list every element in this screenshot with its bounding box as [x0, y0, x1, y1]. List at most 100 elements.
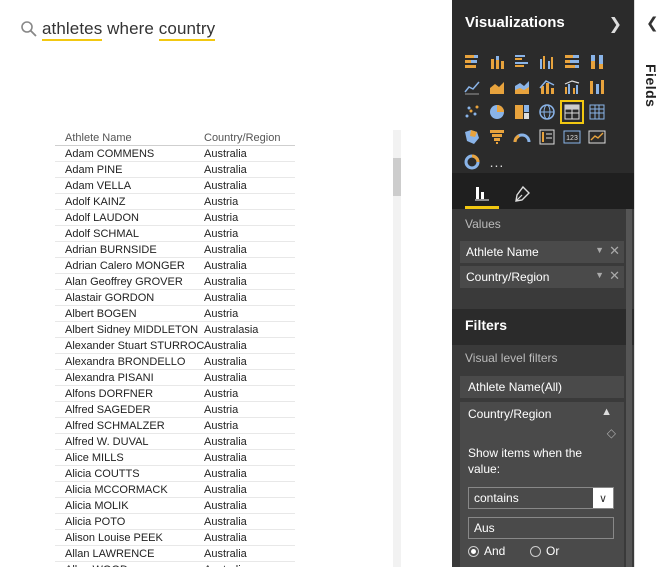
cell-country-region: Australia	[204, 451, 247, 464]
table-row[interactable]: Alfred SAGEDER Austria	[55, 402, 295, 418]
table-row[interactable]: Alfred W. DUVAL Australia	[55, 434, 295, 450]
close-icon[interactable]: ✕	[609, 268, 620, 284]
table-row[interactable]: Adrian Calero MONGER Australia	[55, 258, 295, 274]
operator-value: contains	[474, 491, 519, 505]
viz-pane-scrollbar[interactable]	[626, 209, 632, 567]
values-label: Values	[465, 217, 501, 231]
treemap-icon[interactable]	[510, 100, 534, 124]
table-row[interactable]: Alfred SCHMALZER Austria	[55, 418, 295, 434]
cell-country-region: Australia	[204, 291, 247, 304]
qna-word: athletes	[42, 19, 103, 41]
table-row[interactable]: Alison Louise PEEK Australia	[55, 530, 295, 546]
chevron-down-icon[interactable]: ▼	[595, 245, 604, 255]
table-row[interactable]: Allan LAWRENCE Australia	[55, 546, 295, 562]
cell-country-region: Australia	[204, 179, 247, 192]
line-chart-icon[interactable]	[460, 75, 484, 99]
table-scrollbar-thumb[interactable]	[393, 158, 401, 196]
or-radio[interactable]: Or	[530, 544, 559, 558]
funnel-icon[interactable]	[485, 125, 509, 149]
table-row[interactable]: Alicia MCCORMACK Australia	[55, 482, 295, 498]
cell-athlete-name: Alexandra BRONDELLO	[65, 355, 186, 368]
map-icon[interactable]	[535, 100, 559, 124]
table-visual-icon[interactable]	[560, 100, 584, 124]
value-field-athlete-name[interactable]: Athlete Name ▼ ✕	[460, 241, 624, 263]
cell-country-region: Australia	[204, 483, 247, 496]
table-row[interactable]: Alexander Stuart STURROCK Australia	[55, 338, 295, 354]
chevron-up-icon[interactable]: ▲	[601, 406, 612, 418]
stacked-area-chart-icon[interactable]	[510, 75, 534, 99]
header-athlete-name[interactable]: Athlete Name	[55, 132, 204, 144]
table-row[interactable]: Adam VELLA Australia	[55, 178, 295, 194]
qna-question-text[interactable]: athletes where country	[42, 19, 216, 41]
more-visuals-icon[interactable]: ...	[485, 150, 509, 174]
scatter-chart-icon[interactable]	[460, 100, 484, 124]
value-field-country-region[interactable]: Country/Region ▼ ✕	[460, 266, 624, 288]
filter-field-name[interactable]: Country/Region	[468, 407, 551, 421]
table-row[interactable]: Adolf LAUDON Austria	[55, 210, 295, 226]
expand-fields-icon[interactable]: ❮	[646, 14, 659, 32]
clustered-column-chart-icon[interactable]	[535, 50, 559, 74]
collapse-viz-icon[interactable]: ❯	[609, 14, 622, 34]
header-country-region[interactable]: Country/Region	[204, 132, 295, 144]
qna-box[interactable]: athletes where country	[20, 14, 216, 44]
multi-row-card-icon[interactable]	[535, 125, 559, 149]
table-row[interactable]: Alexandra BRONDELLO Australia	[55, 354, 295, 370]
clear-filter-icon[interactable]: ◇	[607, 426, 616, 440]
cell-country-region: Australia	[204, 355, 247, 368]
clustered-bar-chart-icon[interactable]	[510, 50, 534, 74]
stacked-column-chart-icon[interactable]	[485, 50, 509, 74]
100-stacked-column-chart-icon[interactable]	[585, 50, 609, 74]
table-row[interactable]: Adam PINE Australia	[55, 162, 295, 178]
cell-country-region: Australia	[204, 339, 247, 352]
table-row[interactable]: Albert BOGEN Austria	[55, 306, 295, 322]
matrix-icon[interactable]	[585, 100, 609, 124]
table-row[interactable]: Adrian BURNSIDE Australia	[55, 242, 295, 258]
chevron-down-icon[interactable]: ▼	[595, 270, 604, 280]
line-and-clustered-column-icon[interactable]	[560, 75, 584, 99]
fields-pane-collapsed[interactable]: ❮ Fields	[634, 0, 670, 567]
and-label: And	[484, 544, 506, 558]
table-row[interactable]: Adam COMMENS Australia	[55, 146, 295, 162]
table-row[interactable]: Alicia POTO Australia	[55, 514, 295, 530]
table-row[interactable]: Adolf SCHMAL Austria	[55, 226, 295, 242]
filter-operator-select[interactable]: contains ∨	[468, 487, 614, 509]
cell-country-region: Australia	[204, 147, 247, 160]
100-stacked-bar-chart-icon[interactable]	[560, 50, 584, 74]
stacked-bar-chart-icon[interactable]	[460, 50, 484, 74]
table-row[interactable]: Allan WOODAustralia	[55, 562, 295, 567]
cell-country-region: Austria	[204, 195, 239, 208]
blank-cell	[610, 100, 634, 124]
and-radio[interactable]: And	[468, 544, 505, 558]
format-tab[interactable]	[505, 179, 539, 209]
fields-title[interactable]: Fields	[643, 64, 659, 107]
filter-card-athlete-name[interactable]: Athlete Name(All)	[460, 376, 624, 398]
cell-country-region: Austria	[204, 387, 239, 400]
table-visual[interactable]: Athlete Name Country/Region Adam COMMENS…	[55, 130, 295, 567]
card-icon[interactable]: 123	[560, 125, 584, 149]
table-row[interactable]: Alexandra PISANI Australia	[55, 370, 295, 386]
table-row[interactable]: Adolf KAINZ Austria	[55, 194, 295, 210]
line-and-stacked-column-icon[interactable]	[535, 75, 559, 99]
filter-value-input[interactable]: Aus	[468, 517, 614, 539]
gauge-icon[interactable]	[510, 125, 534, 149]
table-row[interactable]: Alfons DORFNER Austria	[55, 386, 295, 402]
table-row[interactable]: Albert Sidney MIDDLETON Australasia	[55, 322, 295, 338]
table-row[interactable]: Alicia MOLIK Australia	[55, 498, 295, 514]
fields-tab[interactable]	[465, 179, 499, 209]
table-row[interactable]: Alan Geoffrey GROVER Australia	[55, 274, 295, 290]
area-chart-icon[interactable]	[485, 75, 509, 99]
kpi-icon[interactable]	[585, 125, 609, 149]
table-row[interactable]: Alastair GORDON Australia	[55, 290, 295, 306]
close-icon[interactable]: ✕	[609, 243, 620, 259]
table-row[interactable]: Alice MILLS Australia	[55, 450, 295, 466]
ribbon-chart-icon[interactable]	[585, 75, 609, 99]
table-scrollbar[interactable]	[393, 130, 401, 567]
pie-chart-icon[interactable]	[485, 100, 509, 124]
cell-country-region: Australia	[204, 163, 247, 176]
cell-country-region: Austria	[204, 227, 239, 240]
filled-map-icon[interactable]	[460, 125, 484, 149]
chevron-down-icon[interactable]: ∨	[593, 488, 613, 508]
viz-pane-scrollbar-thumb[interactable]	[626, 209, 632, 567]
table-row[interactable]: Alicia COUTTS Australia	[55, 466, 295, 482]
donut-chart-icon[interactable]	[460, 150, 484, 174]
